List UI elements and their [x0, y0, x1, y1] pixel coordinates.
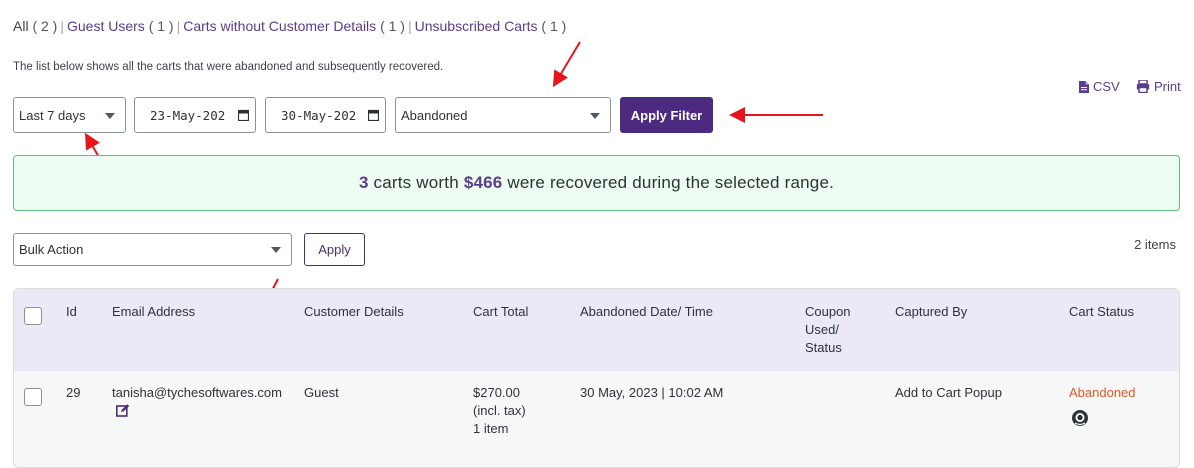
- cart-status-badge: Abandoned: [1069, 385, 1136, 400]
- column-header-customer: Customer Details: [304, 304, 404, 319]
- arrow-to-status-select: [552, 41, 581, 88]
- separator: |: [60, 18, 64, 34]
- table-header: Id Email Address Customer Details Cart T…: [14, 289, 1179, 371]
- separator: |: [407, 18, 412, 34]
- csv-label: CSV: [1093, 79, 1120, 94]
- abandoned-date: 30 May, 2023 | 10:02 AM: [580, 385, 724, 400]
- coupon-header-line: Coupon: [805, 304, 851, 319]
- chevron-down-icon: [105, 113, 115, 119]
- column-header-coupon: Coupon Used/ Status: [805, 303, 851, 357]
- customer-email: tanisha@tychesoftwares.com: [112, 385, 282, 400]
- column-header-id[interactable]: Id: [66, 303, 77, 321]
- calendar-icon[interactable]: [237, 109, 250, 124]
- coupon-header-line: Status: [805, 340, 842, 355]
- table-row: 29 tanisha@tychesoftwares.com Guest $270…: [14, 371, 1179, 467]
- recovered-count: 3: [358, 173, 369, 192]
- recovery-summary-notice: 3 carts worth $466 were recovered during…: [13, 155, 1180, 211]
- bulk-action-value: Bulk Action: [19, 242, 84, 257]
- chevron-down-icon: [590, 113, 600, 119]
- bulk-apply-button[interactable]: Apply: [304, 233, 365, 266]
- recovered-amount: $466: [463, 173, 503, 192]
- filter-link-guest-users[interactable]: Guest Users ( 1 ): [67, 18, 174, 34]
- date-range-select[interactable]: Last 7 days: [13, 97, 126, 133]
- coupon-header-line: Used/: [805, 322, 839, 337]
- print-link[interactable]: Print: [1136, 79, 1181, 94]
- calendar-icon[interactable]: [367, 109, 380, 124]
- csv-export-link[interactable]: CSV: [1079, 79, 1120, 94]
- summary-text: carts worth: [373, 173, 459, 192]
- file-icon: [1079, 80, 1089, 93]
- end-date-input[interactable]: 30-May-202: [265, 97, 386, 133]
- row-checkbox[interactable]: [24, 388, 42, 406]
- filter-link-all[interactable]: All ( 2 ): [13, 18, 57, 34]
- start-date-value: 23-May-202: [150, 107, 226, 123]
- customer-details: Guest: [304, 385, 339, 400]
- column-header-email[interactable]: Email Address: [112, 303, 195, 321]
- cart-total-tax: (incl. tax): [473, 403, 526, 418]
- column-header-captured-by: Captured By: [895, 304, 968, 319]
- filter-link-unsubscribed[interactable]: Unsubscribed Carts ( 1 ): [415, 18, 567, 34]
- mailchimp-icon: [1071, 409, 1089, 432]
- summary-text: were recovered during the selected range…: [507, 173, 835, 192]
- cart-total: $270.00 (incl. tax) 1 item: [473, 384, 526, 438]
- column-header-cart-status: Cart Status: [1069, 304, 1135, 319]
- separator: |: [176, 18, 181, 34]
- end-date-value: 30-May-202: [281, 107, 357, 123]
- captured-by: Add to Cart Popup: [895, 385, 1002, 400]
- column-header-cart-total[interactable]: Cart Total: [473, 303, 528, 321]
- print-label: Print: [1154, 79, 1181, 94]
- items-count: 2 items: [1134, 237, 1176, 252]
- chevron-down-icon: [271, 247, 281, 253]
- date-range-value: Last 7 days: [19, 107, 86, 123]
- cart-filter-links: All ( 2 ) | Guest Users ( 1 ) | Carts withou…: [13, 18, 566, 34]
- cart-status-select[interactable]: Abandoned: [395, 97, 611, 133]
- edit-icon[interactable]: [116, 404, 130, 422]
- printer-icon: [1136, 80, 1150, 93]
- select-all-checkbox[interactable]: [24, 307, 42, 325]
- cart-id: 29: [66, 385, 81, 400]
- start-date-input[interactable]: 23-May-202: [134, 97, 256, 133]
- column-header-abandoned-date[interactable]: Abandoned Date/ Time: [580, 303, 713, 321]
- page-description: The list below shows all the carts that …: [13, 61, 444, 73]
- cart-total-amount: $270.00: [473, 385, 520, 400]
- cart-item-count: 1 item: [473, 421, 509, 436]
- bulk-action-select[interactable]: Bulk Action: [13, 233, 292, 266]
- filter-link-carts-without-details[interactable]: Carts without Customer Details ( 1 ): [183, 18, 405, 34]
- cart-status-value: Abandoned: [401, 107, 468, 123]
- carts-table: Id Email Address Customer Details Cart T…: [13, 288, 1180, 468]
- apply-filter-button[interactable]: Apply Filter: [620, 97, 713, 133]
